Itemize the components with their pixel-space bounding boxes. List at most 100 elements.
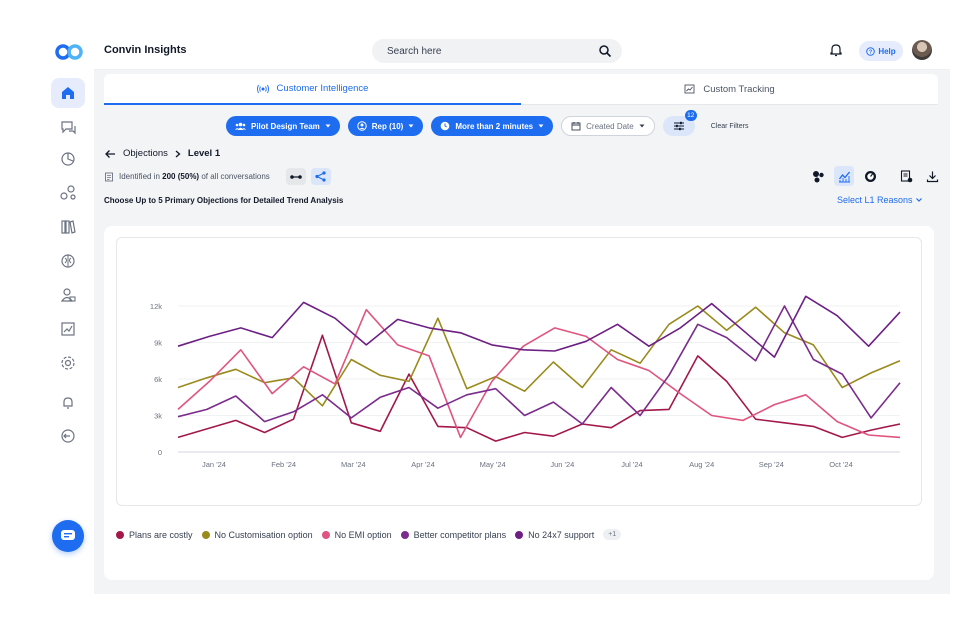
chart-legend: Plans are costly No Customisation option N… [116,529,622,540]
chart-container: 0 3k 6k 9k 12k Jan '24 Feb '24 Mar '24 Apr '24 Ma… [116,237,922,506]
chart-tools [808,166,942,186]
duration-filter[interactable]: More than 2 minutes [431,116,554,136]
y-tick-label: 3k [154,412,162,421]
link-icon [290,174,302,179]
legend-more-badge[interactable]: +1 [603,529,622,540]
series-line-2[interactable] [177,308,901,439]
gauge-view-button[interactable] [860,166,880,186]
line-view-button[interactable] [834,166,854,186]
date-filter[interactable]: Created Date [561,116,655,136]
brain-icon [61,254,75,268]
app-title: Convin Insights [104,44,187,56]
sidebar-item-logout[interactable] [51,421,85,451]
analytics-icon [61,152,75,166]
sidebar-item-network[interactable] [51,178,85,208]
select-reasons-dropdown[interactable]: Select L1 Reasons [837,195,923,205]
more-filters-button[interactable]: 12 [662,110,697,136]
tab-customer-intelligence[interactable]: Customer Intelligence [104,74,521,105]
alert-icon [63,397,73,409]
series-line-4[interactable] [177,295,901,358]
legend-dot [400,530,409,539]
instruction-text: Choose Up to 5 Primary Objections for De… [104,196,344,205]
linear-view-toggle[interactable] [285,168,306,185]
caret-down-icon [538,124,544,128]
team-icon [235,122,246,130]
sidebar [40,32,94,594]
sidebar-item-brain[interactable] [51,246,85,276]
legend-item-2[interactable]: No EMI option [321,529,392,540]
x-tick-label: Jan '24 [202,460,226,469]
filter-count-badge: 12 [684,110,697,121]
tree-view-toggle[interactable] [310,168,331,185]
clear-filters-link[interactable]: Clear Filters [711,123,749,130]
report-button[interactable] [896,166,916,186]
search-input[interactable]: Search here [372,39,622,63]
breadcrumb-current: Level 1 [187,148,221,159]
chevron-right-icon [175,150,181,157]
settings-icon [61,356,75,370]
notification-bell-icon[interactable] [829,43,843,57]
app-window: Convin Insights Search here ? Help Custo… [40,32,950,594]
legend-label: No 24x7 support [528,529,595,540]
legend-label: Plans are costly [129,529,193,540]
tab-custom-tracking[interactable]: Custom Tracking [521,74,938,105]
rep-filter-prefix: Rep [371,121,390,131]
legend-label: No EMI option [334,529,392,540]
legend-dot [321,530,330,539]
user-avatar[interactable] [912,40,932,60]
legend-dot [201,530,210,539]
sidebar-item-home[interactable] [51,78,85,108]
caret-down-icon [408,124,414,128]
legend-item-3[interactable]: Better competitor plans [400,530,506,540]
legend-item-0[interactable]: Plans are costly [116,530,193,540]
download-icon [926,171,938,182]
identified-text: Identified in 200 (50%) of all conversat… [119,172,270,181]
bubble-view-button[interactable] [808,166,828,186]
help-button[interactable]: ? Help [859,41,903,61]
document-icon [105,172,113,181]
chat-support-button[interactable] [52,520,84,552]
share-icon [315,171,326,182]
legend-item-1[interactable]: No Customisation option [201,530,313,540]
identified-summary: Identified in 200 (50%) of all conversat… [104,168,331,185]
select-reasons-label: Select L1 Reasons [837,195,913,205]
clock-icon [441,121,450,131]
sidebar-item-conversations[interactable] [51,112,85,142]
help-label: Help [878,46,896,56]
legend-dot [116,530,124,539]
sidebar-item-settings[interactable] [51,348,85,378]
report-icon [900,169,912,182]
chart-icon [684,84,695,94]
search-icon[interactable] [598,44,612,58]
identified-prefix: Identified in [119,172,160,181]
breadcrumb-parent[interactable]: Objections [123,148,168,159]
convin-logo [55,44,83,60]
conversations-icon [61,121,76,135]
y-tick-label: 12k [150,302,162,311]
back-arrow-icon[interactable] [104,149,116,159]
calendar-icon [571,122,581,131]
sidebar-item-alerts[interactable] [51,388,85,418]
identified-suffix: of all conversations [201,172,270,181]
line-chart-icon [838,171,850,182]
download-button[interactable] [922,166,942,186]
tab-label: Customer Intelligence [276,83,369,94]
legend-item-4[interactable]: No 24x7 support [515,530,594,540]
sidebar-item-library[interactable] [51,212,85,242]
tab-label: Custom Tracking [703,83,775,95]
rep-filter-label: Rep (10) [372,122,404,131]
x-tick-label: Jul '24 [621,460,642,469]
x-tick-label: Aug '24 [689,460,714,469]
rep-filter[interactable]: Rep (10) [347,116,424,136]
sidebar-item-people[interactable] [51,280,85,310]
x-tick-label: Oct '24 [829,460,853,469]
chevron-down-icon [916,198,922,202]
x-tick-label: Jun '24 [550,460,574,469]
tab-bar: Customer Intelligence Custom Tracking [104,74,938,105]
sidebar-item-trend[interactable] [51,314,85,344]
date-filter-label: Created Date [586,121,634,131]
legend-dot [515,530,524,539]
sliders-icon [673,121,684,131]
sidebar-item-analytics[interactable] [51,144,85,174]
team-filter[interactable]: Pilot Design Team [226,116,340,136]
